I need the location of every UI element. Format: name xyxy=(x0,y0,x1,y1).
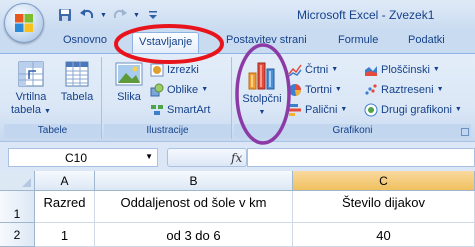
select-all-corner[interactable] xyxy=(0,171,35,191)
name-box-value: C10 xyxy=(65,151,88,165)
insert-function-icon[interactable]: fx xyxy=(231,151,242,165)
formula-bar: C10 ▼ fx xyxy=(0,141,475,171)
undo-icon[interactable] xyxy=(78,6,96,24)
pie-chart-icon xyxy=(289,83,302,96)
table-label: Tabela xyxy=(60,91,94,103)
area-chart-label: Ploščinski xyxy=(381,63,430,76)
pie-chart-button[interactable]: Tortni ▼ xyxy=(288,81,342,98)
column-header-a[interactable]: A xyxy=(35,171,95,191)
cell-a1[interactable]: Razred xyxy=(35,191,95,223)
tab-page-layout[interactable]: Postavitev strani xyxy=(226,34,307,46)
table-button[interactable]: Tabela xyxy=(58,59,96,104)
column-header-c[interactable]: C xyxy=(293,171,475,191)
pivot-dropdown-icon: ▼ xyxy=(44,108,51,115)
line-chart-label: Črtni xyxy=(305,63,329,76)
other-charts-button[interactable]: Drugi grafikoni ▼ xyxy=(364,101,462,118)
tab-insert[interactable]: Vstavljanje xyxy=(132,32,200,53)
line-chart-dropdown-icon: ▼ xyxy=(331,66,339,73)
area-chart-dropdown-icon: ▼ xyxy=(432,66,440,73)
scatter-chart-dropdown-icon: ▼ xyxy=(436,86,444,93)
bar-chart-button[interactable]: Palični ▼ xyxy=(288,101,347,118)
row-header-1[interactable]: 1 xyxy=(0,191,35,223)
scatter-chart-button[interactable]: Raztreseni ▼ xyxy=(364,81,444,98)
smartart-icon xyxy=(151,104,163,115)
formula-input[interactable] xyxy=(247,148,475,167)
smartart-label: SmartArt xyxy=(167,103,211,116)
cell-a2[interactable]: 1 xyxy=(35,223,95,247)
clipart-icon xyxy=(150,63,164,76)
bar-chart-label: Palični xyxy=(305,103,338,116)
line-chart-button[interactable]: Črtni ▼ xyxy=(288,61,338,78)
area-chart-icon xyxy=(365,65,377,76)
clipart-button[interactable]: Izrezki xyxy=(150,61,199,78)
pivot-table-label-1: Vrtilna xyxy=(15,91,47,103)
bar-chart-dropdown-icon: ▼ xyxy=(340,106,348,113)
column-chart-dropdown-icon: ▼ xyxy=(258,109,266,116)
shapes-button[interactable]: Oblike ▼ xyxy=(150,81,208,98)
select-all-triangle-icon xyxy=(22,178,31,187)
table-icon xyxy=(65,61,89,87)
redo-dropdown-icon[interactable]: ▼ xyxy=(133,12,140,19)
group-label-tables: Tabele xyxy=(4,124,101,138)
tab-home[interactable]: Osnovno xyxy=(63,34,107,46)
tab-formulas[interactable]: Formule xyxy=(338,34,378,46)
ribbon-tabs: Osnovno Vstavljanje Postavitev strani Fo… xyxy=(0,31,475,53)
cell-b2[interactable]: od 3 do 6 xyxy=(95,223,293,247)
office-logo-icon xyxy=(15,14,33,32)
undo-dropdown-icon[interactable]: ▼ xyxy=(100,12,107,19)
name-box-dropdown-icon[interactable]: ▼ xyxy=(145,152,153,161)
group-illustrations: Slika Izrezki Oblike ▼ SmartArt Ilustrac… xyxy=(104,57,232,139)
column-chart-icon xyxy=(248,62,275,90)
clipart-label: Izrezki xyxy=(167,63,199,76)
worksheet-grid: A B C 1 Razred Oddaljenost od šole v km … xyxy=(0,171,475,247)
cell-c1[interactable]: Število dijakov xyxy=(293,191,475,223)
other-charts-icon xyxy=(364,103,378,116)
save-icon[interactable] xyxy=(56,6,74,24)
chart-dialog-launcher-icon[interactable] xyxy=(461,128,469,136)
line-chart-icon xyxy=(288,64,302,77)
picture-button[interactable]: Slika xyxy=(110,59,148,104)
scatter-chart-icon xyxy=(365,83,377,95)
shapes-dropdown-icon: ▼ xyxy=(201,86,209,93)
name-box[interactable]: C10 ▼ xyxy=(8,148,158,167)
picture-label: Slika xyxy=(117,91,141,103)
office-button[interactable] xyxy=(4,3,44,43)
pivot-table-button[interactable]: Vrtilna tabela ▼ xyxy=(10,59,52,118)
pie-chart-dropdown-icon: ▼ xyxy=(334,86,342,93)
pivot-table-label-2: tabela ▼ xyxy=(10,104,52,118)
cell-c2[interactable]: 40 xyxy=(293,223,475,247)
shapes-label: Oblike xyxy=(167,83,199,96)
group-tables: Vrtilna tabela ▼ Tabela Tabele xyxy=(4,57,102,139)
pie-chart-label: Tortni xyxy=(305,83,332,96)
column-chart-button[interactable]: Stolpčni ▼ xyxy=(240,59,284,119)
window-title: Microsoft Excel - Zvezek1 xyxy=(297,8,435,22)
column-chart-label: Stolpčni xyxy=(242,93,282,105)
cell-b1[interactable]: Oddaljenost od šole v km xyxy=(95,191,293,223)
group-charts: Stolpčni ▼ Črtni ▼ Tortni ▼ Palični ▼ Pl… xyxy=(234,57,471,139)
group-label-charts: Grafikoni xyxy=(234,124,471,138)
title-bar: ▼ ▼ Microsoft Excel - Zvezek1 xyxy=(0,0,475,31)
other-charts-label: Drugi grafikoni xyxy=(381,103,452,116)
pivot-table-label-2-text: tabela xyxy=(11,104,41,116)
picture-icon xyxy=(115,62,143,86)
pivot-table-icon xyxy=(18,61,44,87)
column-header-b[interactable]: B xyxy=(95,171,293,191)
smartart-button[interactable]: SmartArt xyxy=(150,101,210,118)
scatter-chart-label: Raztreseni xyxy=(381,83,434,96)
tab-data[interactable]: Podatki xyxy=(408,34,445,46)
customize-icon[interactable] xyxy=(144,6,162,24)
shapes-icon xyxy=(150,83,164,96)
other-charts-dropdown-icon: ▼ xyxy=(454,106,462,113)
group-label-illustrations: Ilustracije xyxy=(104,124,231,138)
redo-icon[interactable] xyxy=(111,6,129,24)
row-header-2[interactable]: 2 xyxy=(0,223,35,247)
quick-access-toolbar: ▼ ▼ xyxy=(56,6,162,24)
area-chart-button[interactable]: Ploščinski ▼ xyxy=(364,61,440,78)
bar-chart-icon xyxy=(289,103,301,116)
ribbon: Vrtilna tabela ▼ Tabela Tabele Slika Izr… xyxy=(0,53,475,141)
